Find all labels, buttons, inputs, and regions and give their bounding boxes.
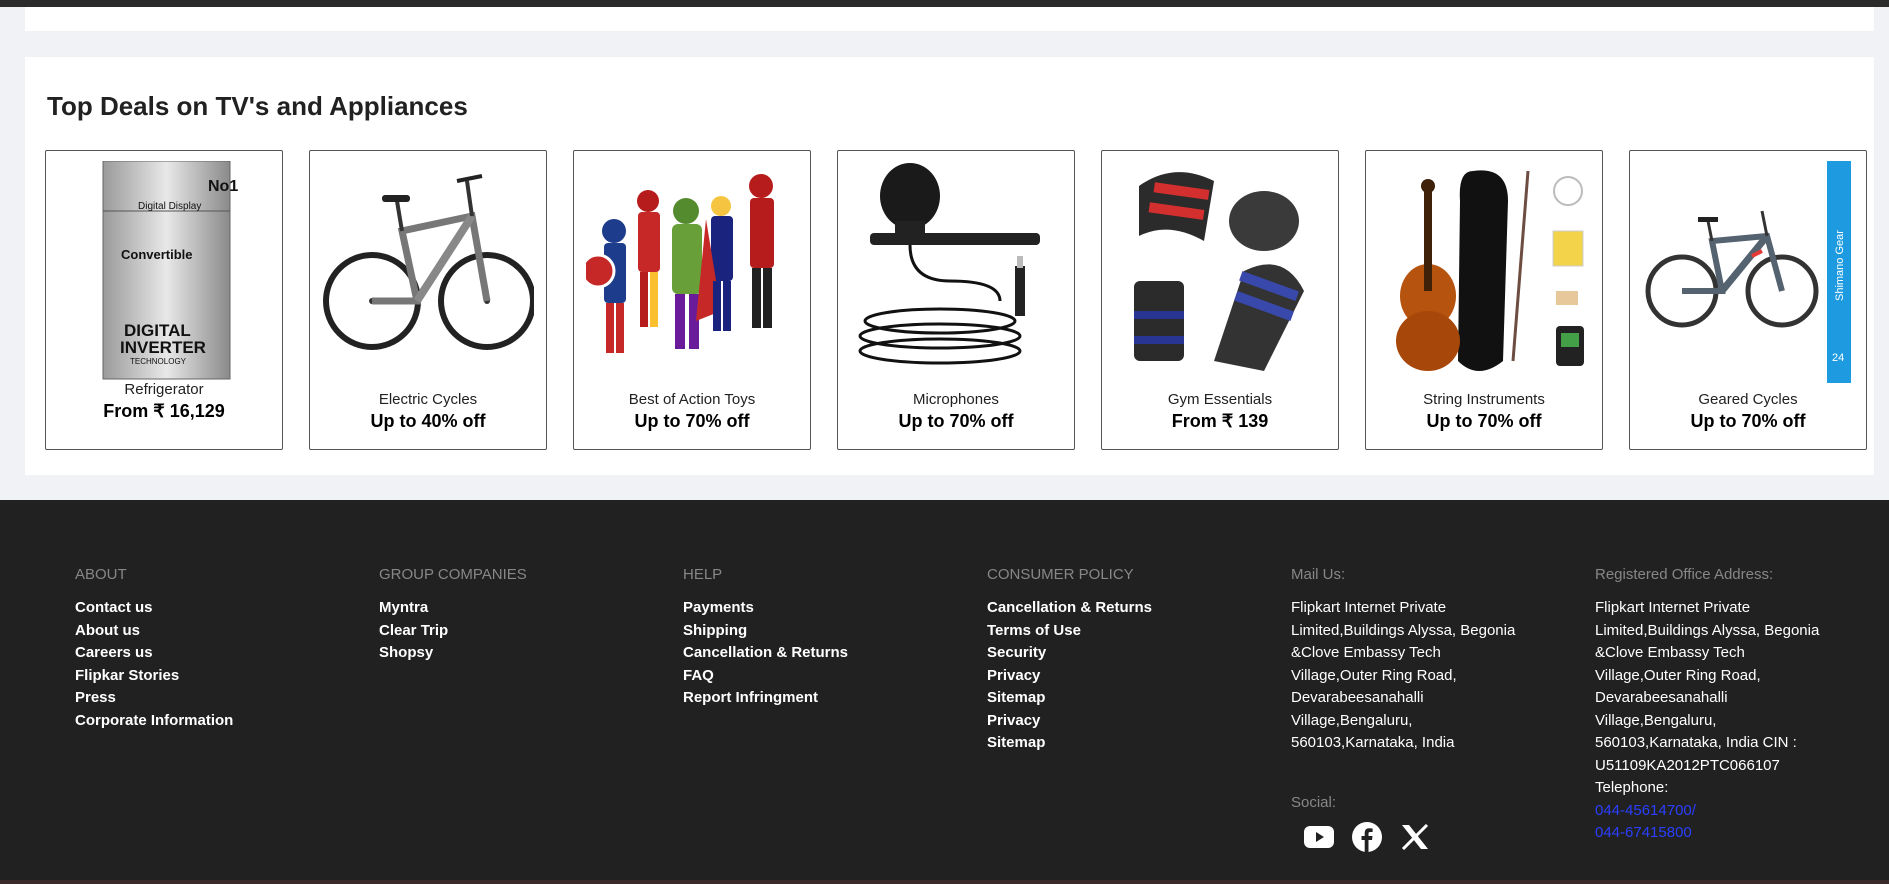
action-toys-image — [586, 161, 798, 383]
footer-link-contact[interactable]: Contact us — [75, 597, 233, 620]
microphone-image — [850, 161, 1062, 383]
deal-price: From ₹ 16,129 — [103, 401, 225, 421]
deal-name: Best of Action Toys — [628, 391, 756, 408]
deal-name: Electric Cycles — [378, 391, 478, 408]
telephone-link-2[interactable]: 044-67415800 — [1595, 822, 1830, 845]
office-address: Flipkart Internet Private Limited,Buildi… — [1595, 599, 1820, 796]
footer-about: ABOUT Contact us About us Careers us Fli… — [75, 566, 233, 732]
deal-name: Geared Cycles — [1698, 391, 1798, 408]
geared-cycle-image: Shimano Gear 24 — [1642, 161, 1854, 383]
deal-price: Up to 70% off — [634, 411, 750, 431]
deal-name: Refrigerator — [124, 381, 204, 398]
footer-link-careers[interactable]: Careers us — [75, 642, 233, 665]
bottom-edge — [0, 880, 1889, 884]
footer-heading: Mail Us: — [1291, 566, 1346, 583]
footer-link-terms[interactable]: Terms of Use — [987, 620, 1152, 643]
deal-card-geared-cycles[interactable]: Shimano Gear 24 Geared Cycles Up to 70% … — [1629, 150, 1867, 450]
footer-registered-office: Registered Office Address: Flipkart Inte… — [1595, 566, 1830, 845]
deal-card-refrigerator[interactable]: No1 Digital Display Convertible DIGITAL … — [45, 150, 283, 450]
footer-link-sitemap[interactable]: Sitemap — [987, 687, 1152, 710]
deal-card-electric-cycles[interactable]: Electric Cycles Up to 40% off — [309, 150, 547, 450]
deal-price: Up to 70% off — [1690, 411, 1806, 431]
svg-text:Shimano Gear: Shimano Gear — [1834, 230, 1846, 301]
deal-price: Up to 70% off — [1426, 411, 1542, 431]
deal-name: Gym Essentials — [1167, 391, 1273, 408]
footer-heading: Social: — [1291, 794, 1337, 811]
footer-link-privacy-2[interactable]: Privacy — [987, 710, 1152, 733]
footer-link-corporate[interactable]: Corporate Information — [75, 710, 233, 733]
electric-cycle-image — [322, 161, 534, 383]
svg-text:Digital Display: Digital Display — [138, 201, 201, 212]
footer-heading: GROUP COMPANIES — [379, 566, 527, 583]
footer-help: HELP Payments Shipping Cancellation & Re… — [683, 566, 848, 710]
mail-address: Flipkart Internet Private Limited,Buildi… — [1291, 599, 1516, 751]
footer-mail-us: Mail Us: Flipkart Internet Private Limit… — [1291, 566, 1526, 755]
footer-heading: CONSUMER POLICY — [987, 566, 1134, 583]
svg-text:INVERTER: INVERTER — [120, 338, 206, 357]
footer: ABOUT Contact us About us Careers us Fli… — [0, 500, 1889, 884]
footer-heading: HELP — [683, 566, 723, 583]
gym-essentials-image — [1114, 161, 1326, 383]
footer-link-about[interactable]: About us — [75, 620, 233, 643]
footer-link-cleartrip[interactable]: Clear Trip — [379, 620, 527, 643]
facebook-icon[interactable] — [1351, 821, 1383, 853]
deal-price: Up to 70% off — [898, 411, 1014, 431]
svg-text:TECHNOLOGY: TECHNOLOGY — [130, 357, 187, 366]
previous-section — [25, 7, 1874, 31]
footer-group-companies: GROUP COMPANIES Myntra Clear Trip Shopsy — [379, 566, 527, 665]
deal-price: Up to 40% off — [370, 411, 486, 431]
telephone-link-1[interactable]: 044-45614700/ — [1595, 800, 1830, 823]
deal-card-microphones[interactable]: Microphones Up to 70% off — [837, 150, 1075, 450]
footer-heading: ABOUT — [75, 566, 127, 583]
youtube-icon[interactable] — [1303, 821, 1335, 853]
deal-card-gym-essentials[interactable]: Gym Essentials From ₹ 139 — [1101, 150, 1339, 450]
deal-name: String Instruments — [1423, 391, 1545, 408]
footer-link-stories[interactable]: Flipkar Stories — [75, 665, 233, 688]
top-bar — [0, 0, 1889, 7]
footer-social: Social: — [1291, 794, 1431, 853]
section-title: Top Deals on TV's and Appliances — [47, 91, 468, 121]
string-instruments-image — [1378, 161, 1590, 383]
footer-consumer-policy: CONSUMER POLICY Cancellation & Returns T… — [987, 566, 1152, 755]
footer-link-myntra[interactable]: Myntra — [379, 597, 527, 620]
svg-text:No1: No1 — [208, 178, 238, 195]
deal-price: From ₹ 139 — [1171, 411, 1269, 431]
x-icon[interactable] — [1399, 821, 1431, 853]
footer-link-report[interactable]: Report Infringment — [683, 687, 848, 710]
footer-link-payments[interactable]: Payments — [683, 597, 848, 620]
footer-link-security[interactable]: Security — [987, 642, 1152, 665]
deal-card-action-toys[interactable]: Best of Action Toys Up to 70% off — [573, 150, 811, 450]
footer-link-privacy[interactable]: Privacy — [987, 665, 1152, 688]
footer-heading: Registered Office Address: — [1595, 566, 1774, 583]
deal-name: Microphones — [913, 391, 999, 408]
footer-link-cancellation-returns[interactable]: Cancellation & Returns — [987, 597, 1152, 620]
deal-cards: No1 Digital Display Convertible DIGITAL … — [45, 150, 1867, 450]
refrigerator-image: No1 Digital Display Convertible DIGITAL … — [58, 161, 270, 383]
footer-link-cancellation[interactable]: Cancellation & Returns — [683, 642, 848, 665]
footer-link-press[interactable]: Press — [75, 687, 233, 710]
deal-card-string-instruments[interactable]: String Instruments Up to 70% off — [1365, 150, 1603, 450]
footer-link-sitemap-2[interactable]: Sitemap — [987, 732, 1152, 755]
svg-text:24: 24 — [1832, 352, 1844, 364]
footer-link-shopsy[interactable]: Shopsy — [379, 642, 527, 665]
footer-link-shipping[interactable]: Shipping — [683, 620, 848, 643]
svg-text:Convertible: Convertible — [121, 247, 193, 262]
footer-link-faq[interactable]: FAQ — [683, 665, 848, 688]
top-deals-section: Top Deals on TV's and Appliances No1 Dig… — [25, 57, 1874, 475]
